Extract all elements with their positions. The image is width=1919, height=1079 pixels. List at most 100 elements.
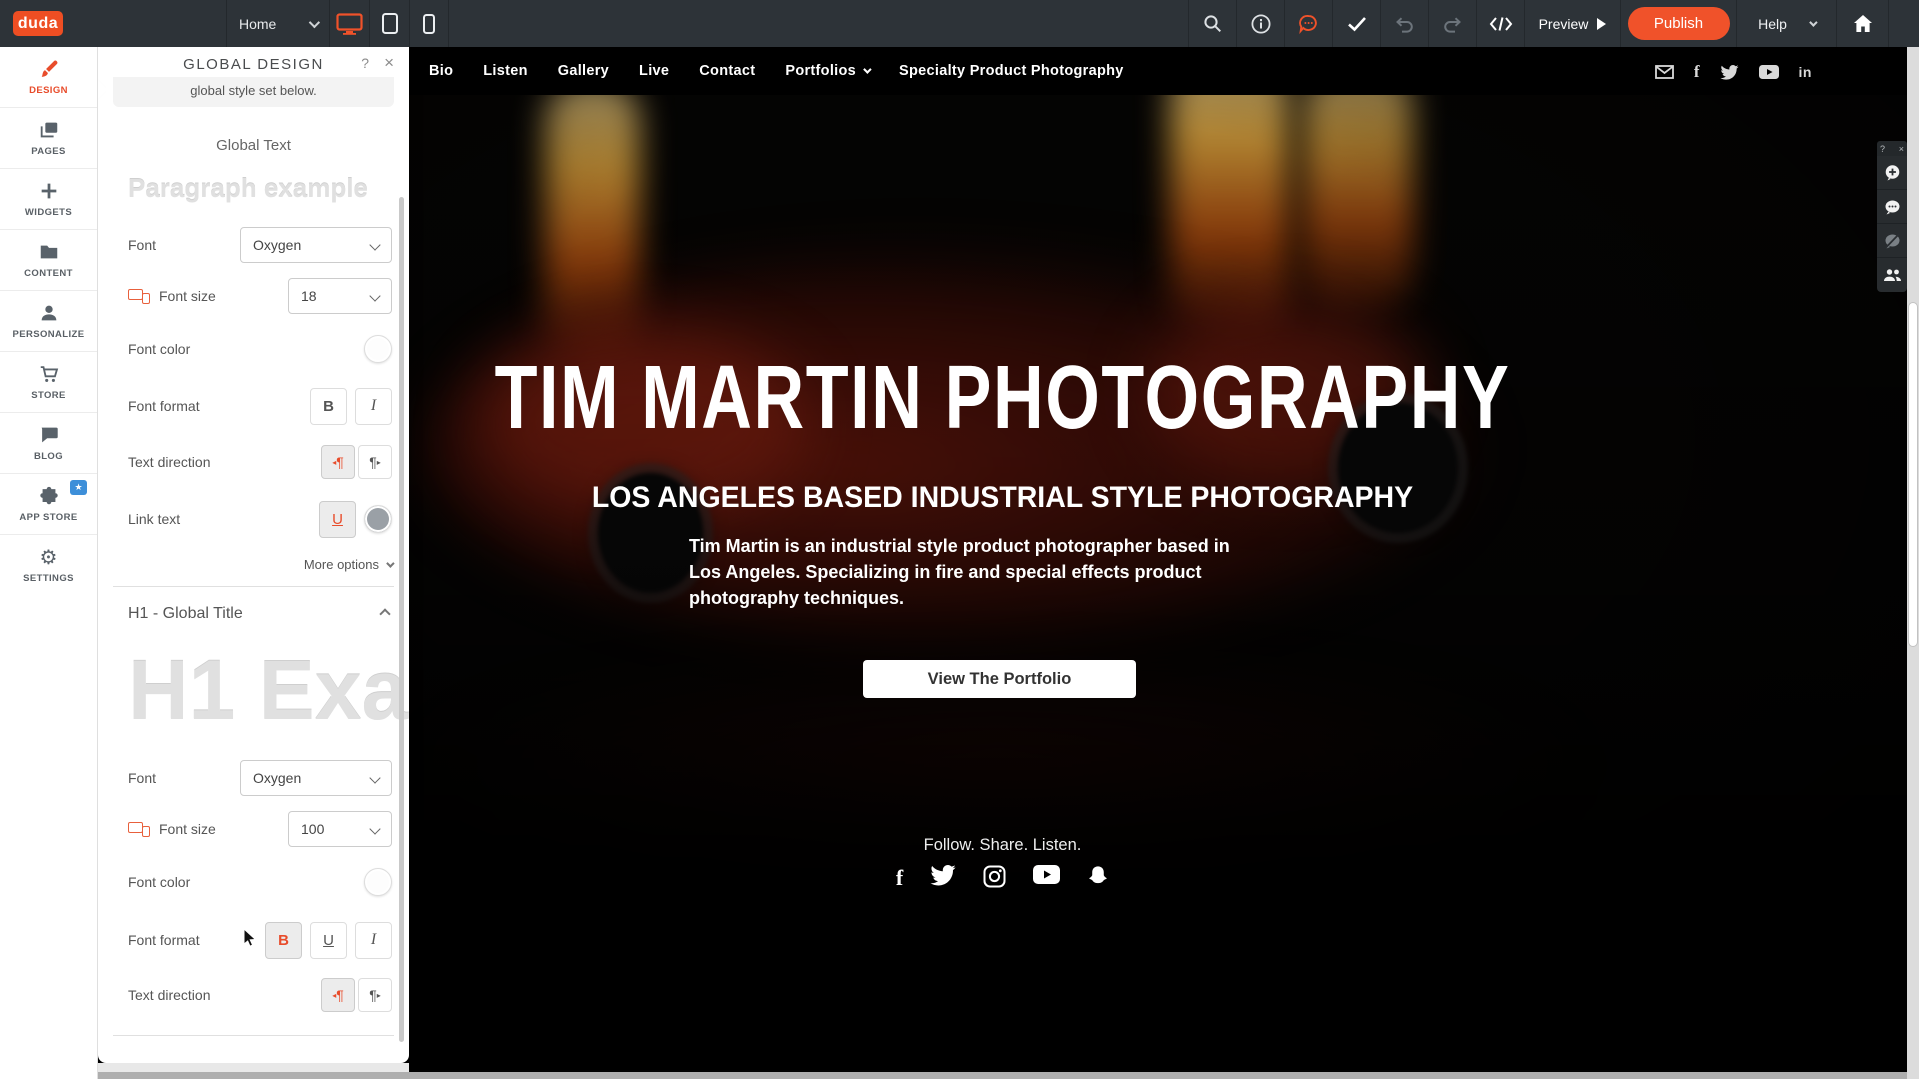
facebook-icon[interactable]: f xyxy=(896,865,903,891)
feedback-button[interactable] xyxy=(1284,0,1332,47)
chevron-down-icon xyxy=(386,559,394,567)
checkmark-icon xyxy=(1347,16,1367,32)
font-label: Font xyxy=(128,770,156,786)
add-comment-icon xyxy=(1884,164,1901,181)
rtl-arrow: ▸ xyxy=(377,991,381,1000)
hero-title: TIM MARTIN PHOTOGRAPHY xyxy=(297,347,1708,450)
font-color-row: Font color xyxy=(128,334,392,364)
twitter-icon[interactable] xyxy=(1720,65,1739,80)
help-dropdown[interactable]: Help xyxy=(1736,0,1836,47)
bold-toggle[interactable]: B xyxy=(310,388,347,425)
puzzle-icon xyxy=(38,485,60,507)
more-options-label: More options xyxy=(304,557,379,572)
nav-item-portfolios[interactable]: Portfolios xyxy=(785,63,869,79)
instagram-icon[interactable] xyxy=(983,865,1006,891)
site-header-social: f in xyxy=(1655,62,1812,82)
sidebar-item-personalize[interactable]: PERSONALIZE xyxy=(0,291,97,352)
h1-heading: H1 - Global Title xyxy=(128,605,243,623)
editor-topbar: duda Home xyxy=(0,0,1919,47)
youtube-icon[interactable] xyxy=(1759,65,1779,79)
h1-underline-toggle[interactable]: U xyxy=(310,922,347,959)
search-button[interactable] xyxy=(1188,0,1236,47)
redo-button[interactable] xyxy=(1428,0,1476,47)
italic-toggle[interactable]: I xyxy=(355,388,392,425)
mobile-view-button[interactable] xyxy=(409,0,449,47)
sidebar-item-design[interactable]: DESIGN xyxy=(0,47,97,108)
h1-section-header[interactable]: H1 - Global Title xyxy=(128,605,389,623)
speech-bubble-icon xyxy=(38,424,60,446)
facebook-icon[interactable]: f xyxy=(1694,62,1700,82)
font-select[interactable]: Oxygen xyxy=(240,227,392,263)
preview-button[interactable]: Preview xyxy=(1524,0,1620,47)
link-color-swatch[interactable] xyxy=(364,505,392,533)
h1-rtl-toggle[interactable]: ¶▸ xyxy=(358,978,392,1012)
nav-item-live[interactable]: Live xyxy=(639,63,669,79)
h1-font-size-select[interactable]: 100 xyxy=(288,811,392,847)
browser-scrollbar[interactable] xyxy=(1907,47,1919,1079)
close-icon[interactable]: × xyxy=(1899,144,1904,154)
link-underline-toggle[interactable]: U xyxy=(319,501,356,538)
nav-item-bio[interactable]: Bio xyxy=(429,63,453,79)
show-comments-button[interactable] xyxy=(1877,190,1907,224)
sidebar-item-pages[interactable]: PAGES xyxy=(0,108,97,169)
nav-item-gallery[interactable]: Gallery xyxy=(558,63,609,79)
panel-scrollbar[interactable] xyxy=(399,197,404,1042)
nav-label: Portfolios xyxy=(785,63,856,79)
more-options-link[interactable]: More options xyxy=(304,557,392,572)
twitter-icon[interactable] xyxy=(930,865,956,891)
rtl-toggle[interactable]: ¶▸ xyxy=(358,445,392,479)
responsive-devices-icon xyxy=(128,821,150,837)
font-size-select[interactable]: 18 xyxy=(288,278,392,314)
editor-sidebar: DESIGN PAGES WIDGETS CONTENT PERSONALIZE… xyxy=(0,47,98,1079)
publish-button[interactable]: Publish xyxy=(1628,7,1730,40)
sidebar-item-app-store[interactable]: ★ APP STORE xyxy=(0,474,97,535)
add-comment-button[interactable] xyxy=(1877,156,1907,190)
text-direction-label: Text direction xyxy=(128,454,210,470)
h1-italic-toggle[interactable]: I xyxy=(355,922,392,959)
info-note-box: global style set below. xyxy=(113,77,394,107)
youtube-icon[interactable] xyxy=(1033,865,1060,891)
save-check-button[interactable] xyxy=(1332,0,1380,47)
panel-help-icon[interactable]: ? xyxy=(361,55,369,71)
sidebar-item-widgets[interactable]: WIDGETS xyxy=(0,169,97,230)
dashboard-home-button[interactable] xyxy=(1836,0,1888,47)
sidebar-item-content[interactable]: CONTENT xyxy=(0,230,97,291)
cart-icon xyxy=(38,363,60,385)
h1-bold-toggle[interactable]: B xyxy=(265,922,302,959)
linkedin-icon[interactable]: in xyxy=(1799,64,1812,80)
sidebar-item-store[interactable]: STORE xyxy=(0,352,97,413)
collaborators-button[interactable] xyxy=(1877,258,1907,292)
sidebar-item-blog[interactable]: BLOG xyxy=(0,413,97,474)
sidebar-item-settings[interactable]: ⚙ SETTINGS xyxy=(0,535,97,596)
nav-label: Specialty Product Photography xyxy=(899,63,1124,79)
snapchat-icon[interactable] xyxy=(1087,865,1109,891)
nav-item-listen[interactable]: Listen xyxy=(483,63,528,79)
undo-button[interactable] xyxy=(1380,0,1428,47)
view-portfolio-button[interactable]: View The Portfolio xyxy=(863,660,1136,698)
desktop-view-button[interactable] xyxy=(329,0,369,47)
undo-icon xyxy=(1394,15,1415,33)
h1-text-direction-row: Text direction ◂¶ ¶▸ xyxy=(128,977,392,1013)
font-color-swatch[interactable] xyxy=(364,335,392,363)
nav-item-contact[interactable]: Contact xyxy=(699,63,755,79)
tablet-view-button[interactable] xyxy=(369,0,409,47)
dev-mode-button[interactable] xyxy=(1476,0,1524,47)
font-label: Font xyxy=(128,237,156,253)
search-icon xyxy=(1203,14,1222,33)
help-icon[interactable]: ? xyxy=(1880,144,1885,154)
scrollbar-thumb[interactable] xyxy=(1908,302,1918,647)
link-text-row: Link text U xyxy=(128,500,392,538)
h1-font-select[interactable]: Oxygen xyxy=(240,760,392,796)
ltr-toggle[interactable]: ◂¶ xyxy=(321,445,355,479)
info-button[interactable] xyxy=(1236,0,1284,47)
bottom-edge-strip xyxy=(98,1072,1907,1079)
page-selector-dropdown[interactable]: Home xyxy=(226,0,329,47)
nav-label: Bio xyxy=(429,63,453,79)
nav-item-specialty[interactable]: Specialty Product Photography xyxy=(899,63,1124,79)
close-icon[interactable]: × xyxy=(384,53,394,73)
publish-cell: Publish xyxy=(1620,0,1736,47)
hide-comments-button[interactable] xyxy=(1877,224,1907,258)
h1-ltr-toggle[interactable]: ◂¶ xyxy=(321,978,355,1012)
email-icon[interactable] xyxy=(1655,65,1674,79)
h1-font-color-swatch[interactable] xyxy=(364,868,392,896)
